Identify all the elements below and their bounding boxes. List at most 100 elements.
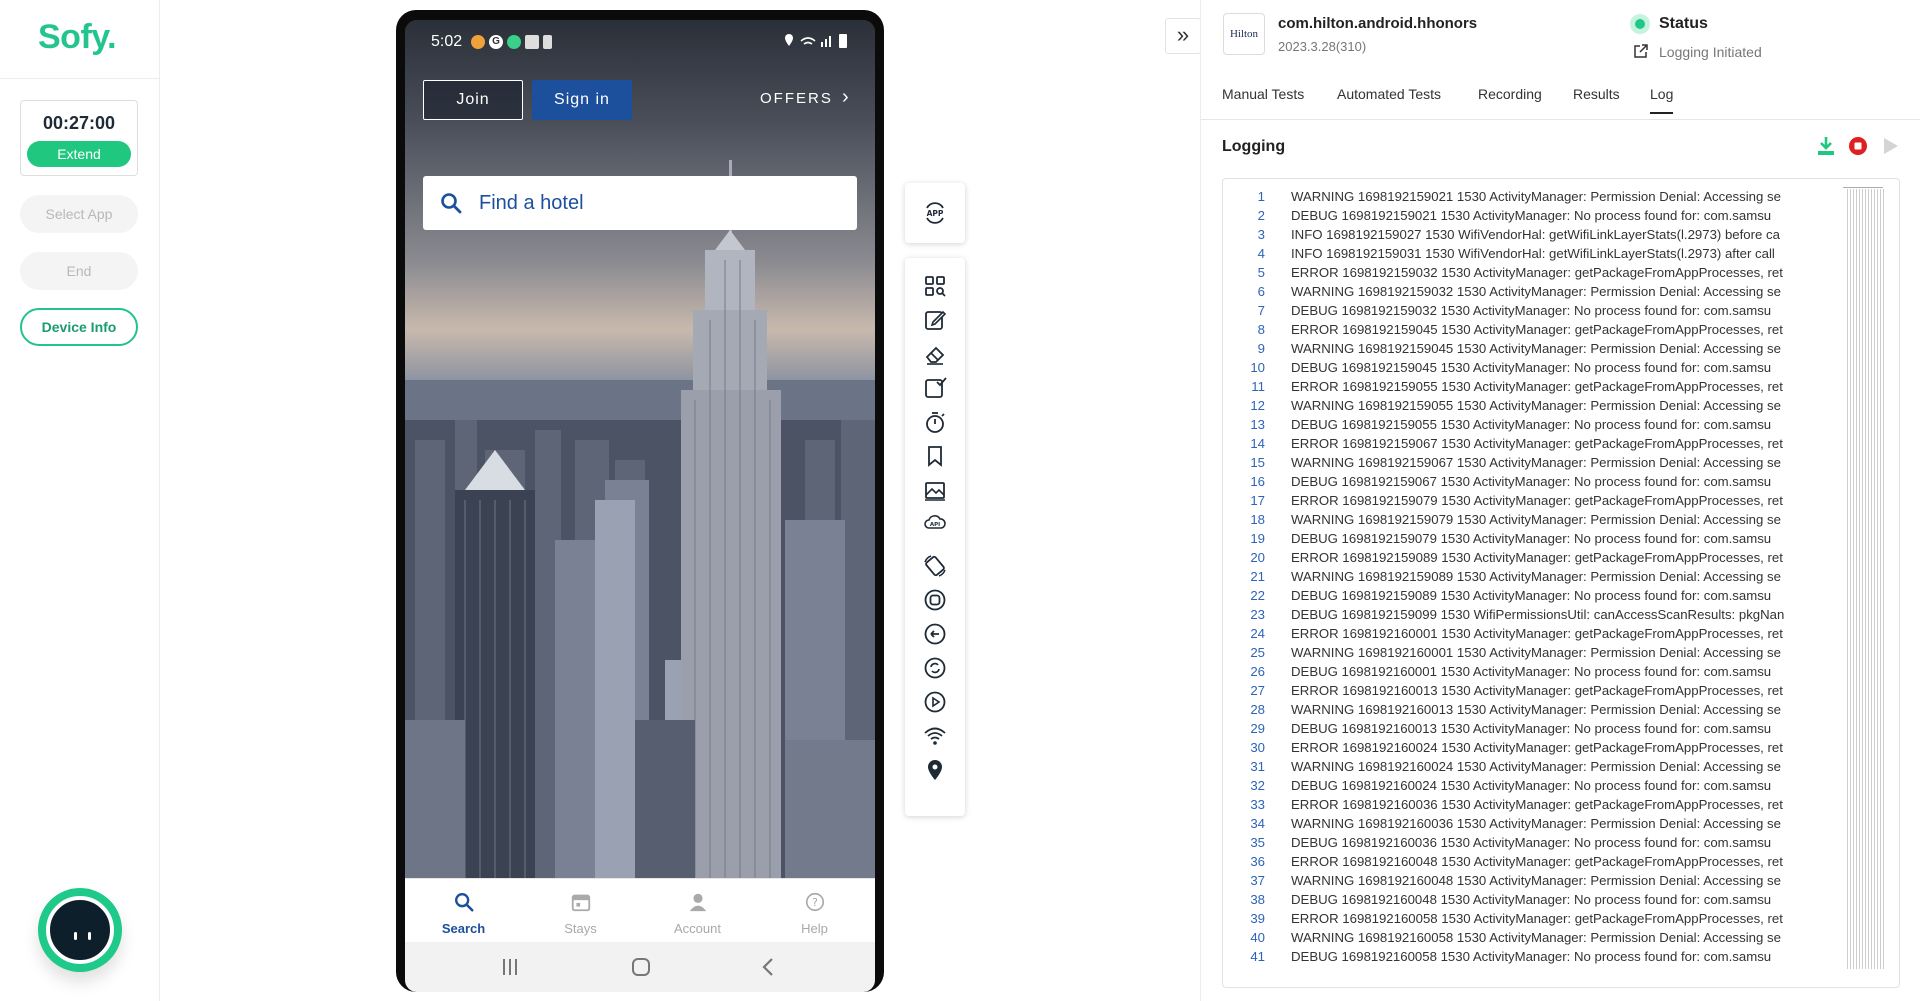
edit-icon[interactable] xyxy=(923,308,947,332)
end-button[interactable]: End xyxy=(20,252,138,290)
log-line-number: 29 xyxy=(1250,721,1265,736)
log-line: 36 ERROR 1698192160048 1530 ActivityManag… xyxy=(1223,854,1899,873)
log-line-text: INFO 1698192159027 1530 WifiVendorHal: g… xyxy=(1291,227,1780,242)
stopwatch-icon[interactable] xyxy=(923,410,947,434)
log-line: 19 DEBUG 1698192159079 1530 ActivityManag… xyxy=(1223,531,1899,550)
nav-stays[interactable]: Stays xyxy=(522,879,639,943)
log-line-number: 41 xyxy=(1250,949,1265,964)
log-line-text: WARNING 1698192159045 1530 ActivityManag… xyxy=(1291,341,1781,356)
home-icon[interactable] xyxy=(631,957,651,977)
assistant-bot-icon[interactable] xyxy=(38,888,122,972)
log-line-text: WARNING 1698192159089 1530 ActivityManag… xyxy=(1291,569,1781,584)
apps-search-icon[interactable] xyxy=(923,274,947,298)
log-overflow-texture xyxy=(1847,189,1885,969)
recent-apps-icon[interactable] xyxy=(501,958,519,976)
tab-log[interactable]: Log xyxy=(1650,86,1674,114)
chevron-right-icon[interactable]: › xyxy=(842,86,849,109)
app-switch-icon[interactable]: APP xyxy=(923,201,947,225)
log-line-text: ERROR 1698192159067 1530 ActivityManager… xyxy=(1291,436,1783,451)
log-line: 7 DEBUG 1698192159032 1530 ActivityManage… xyxy=(1223,303,1899,322)
back-icon[interactable] xyxy=(761,957,775,977)
log-line: 31 WARNING 1698192160024 1530 ActivityMan… xyxy=(1223,759,1899,778)
nav-search[interactable]: Search xyxy=(405,879,522,943)
back-circle-icon[interactable] xyxy=(923,622,947,646)
log-line-number: 33 xyxy=(1250,797,1265,812)
nav-account[interactable]: Account xyxy=(639,879,756,943)
log-line-number: 34 xyxy=(1250,816,1265,831)
log-scroll-indicator xyxy=(1843,187,1883,188)
select-app-button[interactable]: Select App xyxy=(20,195,138,233)
tab-results[interactable]: Results xyxy=(1573,86,1620,112)
log-line-text: WARNING 1698192159055 1530 ActivityManag… xyxy=(1291,398,1781,413)
tab-automated-tests[interactable]: Automated Tests xyxy=(1337,86,1441,112)
log-line: 10 DEBUG 1698192159045 1530 ActivityManag… xyxy=(1223,360,1899,379)
log-line: 41 DEBUG 1698192160058 1530 ActivityManag… xyxy=(1223,949,1899,968)
extend-button[interactable]: Extend xyxy=(27,141,131,167)
log-line-text: ERROR 1698192159032 1530 ActivityManager… xyxy=(1291,265,1783,280)
log-line-text: DEBUG 1698192160036 1530 ActivityManager… xyxy=(1291,835,1772,850)
play-circle-icon[interactable] xyxy=(923,690,947,714)
device-info-button[interactable]: Device Info xyxy=(20,308,138,346)
log-line-number: 40 xyxy=(1250,930,1265,945)
panel-tabs: Manual Tests Automated Tests Recording R… xyxy=(1201,78,1920,120)
nav-label: Search xyxy=(441,921,486,936)
wifi-icon[interactable] xyxy=(923,724,947,748)
log-line-number: 11 xyxy=(1251,379,1265,394)
tab-manual-tests[interactable]: Manual Tests xyxy=(1222,86,1304,112)
join-button[interactable]: Join xyxy=(423,80,523,120)
location-icon[interactable] xyxy=(923,758,947,782)
log-line-number: 3 xyxy=(1257,227,1265,242)
log-line-text: DEBUG 1698192159032 1530 ActivityManager… xyxy=(1291,303,1772,318)
log-line-number: 8 xyxy=(1257,322,1265,337)
log-line-number: 17 xyxy=(1250,493,1265,508)
notification-box-icon xyxy=(525,35,539,49)
find-hotel-search[interactable]: Find a hotel xyxy=(423,176,857,230)
log-line: 8 ERROR 1698192159045 1530 ActivityManage… xyxy=(1223,322,1899,341)
log-viewer[interactable]: 1 WARNING 1698192159021 1530 ActivityMana… xyxy=(1222,178,1900,988)
home-circle-icon[interactable] xyxy=(923,588,947,612)
log-line-number: 5 xyxy=(1257,265,1265,280)
device-screen[interactable]: 5:02 G Join Sign in OFFERS › Find a hote… xyxy=(405,20,875,992)
bot-eye-right xyxy=(88,932,91,940)
google-icon: G xyxy=(489,35,503,49)
bookmark-icon[interactable] xyxy=(923,444,947,468)
refresh-circle-icon[interactable] xyxy=(923,656,947,680)
image-icon[interactable] xyxy=(923,478,947,502)
log-line: 21 WARNING 1698192159089 1530 ActivityMan… xyxy=(1223,569,1899,588)
log-line-text: ERROR 1698192160048 1530 ActivityManager… xyxy=(1291,854,1783,869)
log-line-text: DEBUG 1698192159045 1530 ActivityManager… xyxy=(1291,360,1772,375)
checkbox-icon[interactable] xyxy=(923,376,947,400)
log-line-text: WARNING 1698192159067 1530 ActivityManag… xyxy=(1291,455,1781,470)
collapse-panel-button[interactable]: » xyxy=(1165,18,1201,54)
log-line-number: 31 xyxy=(1250,759,1265,774)
rotate-icon[interactable] xyxy=(923,554,947,578)
log-line: 14 ERROR 1698192159067 1530 ActivityManag… xyxy=(1223,436,1899,455)
search-icon xyxy=(441,193,462,214)
log-line-number: 23 xyxy=(1250,607,1265,622)
log-line: 35 DEBUG 1698192160036 1530 ActivityManag… xyxy=(1223,835,1899,854)
api-cloud-icon[interactable]: API xyxy=(923,510,947,534)
play-icon[interactable] xyxy=(1879,135,1901,157)
log-line-text: WARNING 1698192160013 1530 ActivityManag… xyxy=(1291,702,1781,717)
external-link-icon[interactable] xyxy=(1633,43,1649,59)
nav-help[interactable]: ? Help xyxy=(756,879,873,943)
log-line-text: DEBUG 1698192160001 1530 ActivityManager… xyxy=(1291,664,1772,679)
eraser-icon[interactable] xyxy=(923,342,947,366)
log-line: 1 WARNING 1698192159021 1530 ActivityMana… xyxy=(1223,189,1899,208)
tab-recording[interactable]: Recording xyxy=(1478,86,1542,112)
sign-in-button[interactable]: Sign in xyxy=(532,80,632,120)
stop-recording-icon[interactable] xyxy=(1847,135,1869,157)
offers-link[interactable]: OFFERS xyxy=(760,90,833,107)
log-line-text: INFO 1698192159031 1530 WifiVendorHal: g… xyxy=(1291,246,1775,261)
app-icon-label: APP xyxy=(927,209,944,218)
log-line-text: DEBUG 1698192159067 1530 ActivityManager… xyxy=(1291,474,1772,489)
session-timer: 00:27:00 Extend xyxy=(20,100,138,176)
log-line: 15 WARNING 1698192159067 1530 ActivityMan… xyxy=(1223,455,1899,474)
log-line-number: 6 xyxy=(1257,284,1265,299)
api-icon-label: API xyxy=(930,522,940,528)
log-line-text: DEBUG 1698192159079 1530 ActivityManager… xyxy=(1291,531,1772,546)
log-line-number: 22 xyxy=(1250,588,1265,603)
log-line: 4 INFO 1698192159031 1530 WifiVendorHal: … xyxy=(1223,246,1899,265)
log-line-text: ERROR 1698192160013 1530 ActivityManager… xyxy=(1291,683,1783,698)
download-icon[interactable] xyxy=(1815,135,1837,157)
